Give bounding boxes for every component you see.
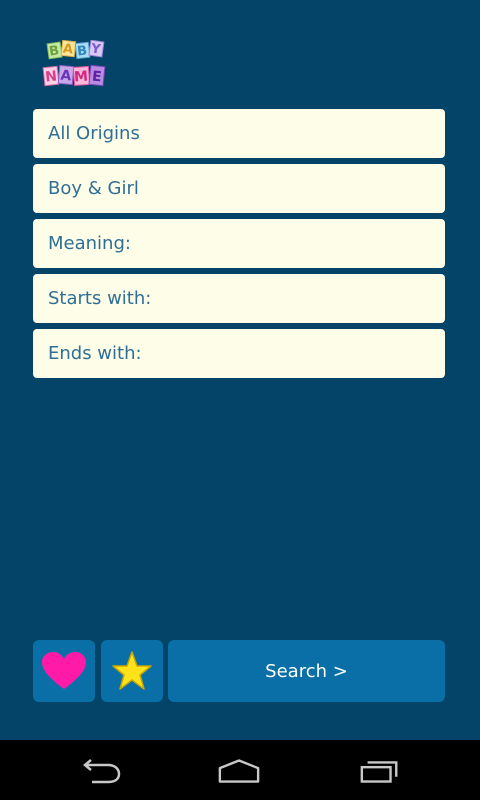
gender-select-value: Boy & Girl bbox=[48, 178, 139, 199]
navigation-bar bbox=[0, 740, 480, 800]
starts-with-input-placeholder: Starts with: bbox=[48, 288, 152, 309]
gender-select[interactable]: Boy & Girl bbox=[33, 164, 445, 213]
meaning-input[interactable]: Meaning: bbox=[33, 219, 445, 268]
starts-with-input[interactable]: Starts with: bbox=[33, 274, 445, 323]
baby-name-blocks-logo: B A B Y N A M E bbox=[42, 40, 106, 87]
meaning-input-placeholder: Meaning: bbox=[48, 233, 131, 254]
ends-with-input[interactable]: Ends with: bbox=[33, 329, 445, 378]
favorites-button[interactable] bbox=[33, 640, 95, 702]
svg-text:M: M bbox=[74, 69, 89, 86]
svg-text:N: N bbox=[44, 68, 57, 85]
heart-icon bbox=[42, 652, 86, 689]
starred-button[interactable] bbox=[101, 640, 163, 702]
svg-text:A: A bbox=[62, 42, 74, 58]
back-icon[interactable] bbox=[78, 758, 122, 784]
svg-text:A: A bbox=[60, 68, 72, 85]
home-icon[interactable] bbox=[217, 758, 261, 784]
star-icon bbox=[112, 651, 152, 690]
origin-select[interactable]: All Origins bbox=[33, 109, 445, 158]
ends-with-input-placeholder: Ends with: bbox=[48, 343, 142, 364]
recent-apps-icon[interactable] bbox=[358, 758, 402, 784]
search-button-label: Search > bbox=[265, 660, 348, 682]
svg-text:E: E bbox=[91, 69, 102, 86]
origin-select-value: All Origins bbox=[48, 123, 140, 144]
svg-text:B: B bbox=[48, 43, 60, 59]
search-button[interactable]: Search > bbox=[168, 640, 445, 702]
svg-text:B: B bbox=[76, 44, 87, 60]
